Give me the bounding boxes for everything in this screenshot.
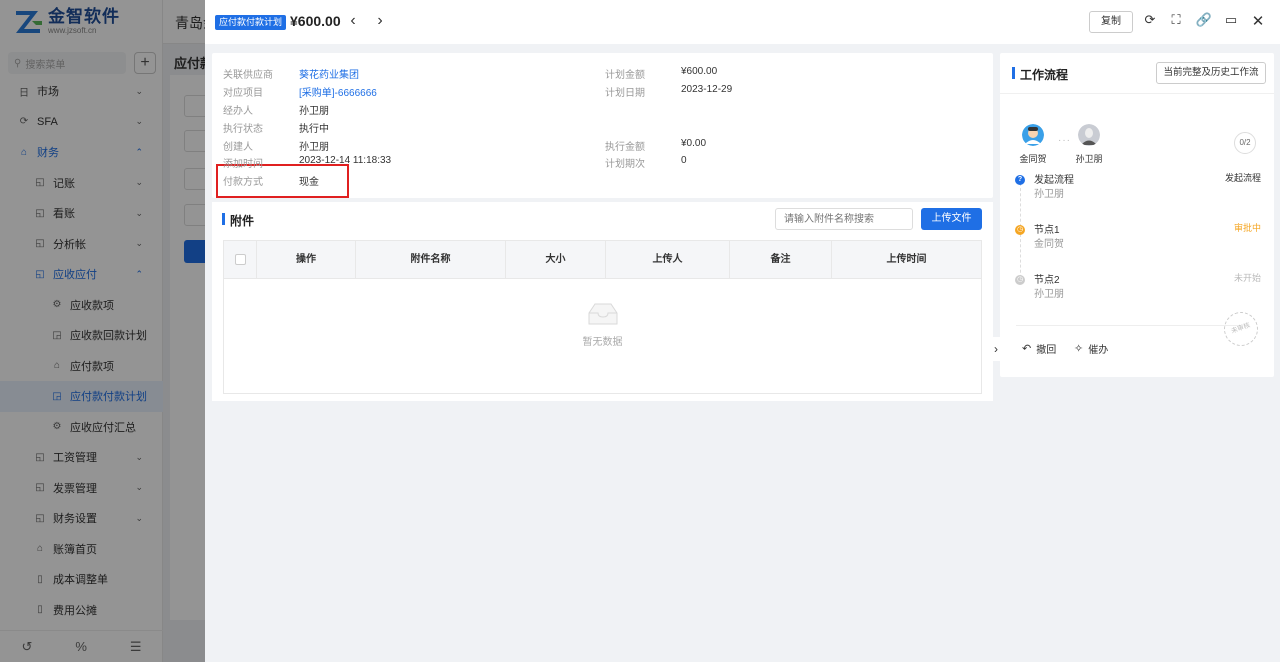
attachment-card: 附件 上传文件 操作 附件名称 大小 上传人 备注 上传时间 暂无数 bbox=[212, 198, 993, 401]
workflow-history-button[interactable]: 当前完整及历史工作流 bbox=[1156, 62, 1266, 84]
info-label: 对应项目 bbox=[223, 88, 263, 99]
remind-label: 催办 bbox=[1088, 345, 1109, 356]
attachment-title: 附件 bbox=[222, 212, 254, 229]
info-label: 创建人 bbox=[223, 142, 253, 153]
select-all-checkbox[interactable] bbox=[234, 254, 246, 265]
workflow-title: 工作流程 bbox=[1012, 66, 1068, 83]
info-value: 执行中 bbox=[299, 124, 329, 135]
withdraw-button[interactable]: ↶ 撤回 bbox=[1022, 341, 1056, 356]
column-header: 操作 bbox=[257, 240, 356, 279]
record-amount: ¥600.00 bbox=[290, 13, 341, 29]
info-label: 经办人 bbox=[223, 106, 253, 117]
previous-record-icon[interactable]: ‹ bbox=[346, 12, 360, 30]
info-value: ¥0.00 bbox=[681, 138, 707, 149]
empty-text: 暂无数据 bbox=[582, 337, 623, 348]
info-value: 2023-12-14 11:18:33 bbox=[299, 155, 392, 166]
info-row: 付款方式 现金 bbox=[223, 173, 319, 188]
copy-button[interactable]: 复制 bbox=[1089, 11, 1133, 33]
refresh-icon[interactable]: ⟳ bbox=[1141, 12, 1159, 30]
info-value: 孙卫朋 bbox=[299, 106, 329, 117]
workflow-panel: 工作流程 当前完整及历史工作流 金同贺 ··· 孙卫朋 0/2 ? 发起流程 孙… bbox=[1000, 53, 1274, 377]
remind-button[interactable]: ✧ 催办 bbox=[1074, 341, 1108, 356]
node-title: 节点1 bbox=[1034, 225, 1060, 236]
column-header: 备注 bbox=[730, 240, 832, 279]
empty-inbox-icon bbox=[583, 301, 623, 327]
info-link[interactable]: [采购单]-6666666 bbox=[299, 84, 377, 99]
info-row: 对应项目 [采购单]-6666666 bbox=[223, 84, 377, 99]
info-value: ¥600.00 bbox=[681, 66, 718, 77]
node-waiting-dot: ◷ bbox=[1015, 275, 1025, 285]
info-row: 关联供应商 葵花药业集团 bbox=[223, 66, 359, 81]
node-person: 孙卫朋 bbox=[1034, 189, 1064, 200]
info-label: 计划金额 bbox=[605, 70, 645, 81]
table-header: 操作 附件名称 大小 上传人 备注 上传时间 bbox=[224, 240, 981, 279]
info-value: 0 bbox=[681, 155, 687, 166]
info-row: 添加时间 2023-12-14 11:18:33 bbox=[223, 155, 391, 170]
node-status: 未开始 bbox=[1233, 273, 1261, 283]
fullscreen-icon[interactable]: ⛶ bbox=[1167, 12, 1185, 30]
node-person: 金同贺 bbox=[1034, 239, 1064, 250]
withdraw-label: 撤回 bbox=[1036, 345, 1057, 356]
info-label: 计划日期 bbox=[605, 88, 645, 99]
info-value: 孙卫朋 bbox=[299, 142, 329, 153]
node-title: 节点2 bbox=[1034, 275, 1060, 286]
next-record-icon[interactable]: › bbox=[373, 12, 387, 30]
stamp-badge: 未审核 bbox=[1219, 307, 1263, 351]
info-row: 计划期次 0 bbox=[605, 155, 687, 170]
info-label: 执行状态 bbox=[223, 124, 263, 135]
info-row: 计划日期 2023-12-29 bbox=[605, 84, 732, 99]
info-label: 计划期次 bbox=[605, 159, 645, 170]
workflow-progress: 0/2 bbox=[1234, 132, 1256, 154]
info-label: 付款方式 bbox=[223, 177, 263, 188]
empty-state: 暂无数据 bbox=[224, 301, 981, 348]
info-value: 现金 bbox=[299, 177, 319, 188]
column-header: 上传时间 bbox=[886, 253, 927, 265]
column-header: 大小 bbox=[506, 240, 606, 279]
participant-name: 金同贺 bbox=[1019, 154, 1047, 164]
info-label: 关联供应商 bbox=[223, 70, 273, 81]
monitor-icon[interactable]: ▭ bbox=[1222, 12, 1240, 30]
attachment-table: 操作 附件名称 大小 上传人 备注 上传时间 暂无数据 bbox=[223, 240, 982, 394]
info-row: 创建人 孙卫朋 bbox=[223, 138, 329, 153]
node-title: 发起流程 bbox=[1034, 175, 1074, 186]
avatar bbox=[1022, 124, 1044, 146]
node-status: 审批中 bbox=[1233, 223, 1261, 233]
node-start-dot: ? bbox=[1015, 175, 1025, 185]
undo-icon: ↶ bbox=[1022, 343, 1032, 355]
info-row: 执行金额 ¥0.00 bbox=[605, 138, 706, 153]
close-icon[interactable]: ✕ bbox=[1249, 12, 1267, 30]
attachment-search-input[interactable] bbox=[775, 208, 913, 230]
select-all-cell bbox=[224, 240, 257, 279]
column-header: 上传人 bbox=[606, 240, 730, 279]
info-row: 经办人 孙卫朋 bbox=[223, 102, 329, 117]
record-type-tag: 应付款付款计划 bbox=[215, 15, 287, 30]
info-label: 执行金额 bbox=[605, 142, 645, 153]
info-row: 执行状态 执行中 bbox=[223, 120, 329, 135]
divider bbox=[1016, 325, 1241, 326]
info-card: 关联供应商 葵花药业集团 对应项目 [采购单]-6666666 经办人 孙卫朋 执行状态 执行… bbox=[212, 53, 993, 198]
participant-name: 孙卫朋 bbox=[1075, 154, 1103, 164]
upload-file-button[interactable]: 上传文件 bbox=[921, 208, 982, 230]
drawer-header: 应付款付款计划 ¥600.00 ‹ › 复制 ⟳ ⛶ 🔗 ▭ ✕ bbox=[205, 0, 1280, 44]
divider bbox=[1000, 93, 1274, 94]
info-value: 2023-12-29 bbox=[681, 84, 733, 95]
link-icon[interactable]: 🔗 bbox=[1195, 12, 1213, 30]
info-link[interactable]: 葵花药业集团 bbox=[299, 66, 359, 81]
avatar bbox=[1078, 124, 1100, 146]
pin-icon: ✧ bbox=[1074, 343, 1084, 355]
info-label: 添加时间 bbox=[223, 159, 263, 170]
node-status: 发起流程 bbox=[1224, 173, 1261, 183]
participant-separator: ··· bbox=[1058, 135, 1071, 146]
node-person: 孙卫朋 bbox=[1034, 289, 1064, 300]
node-pending-dot: ◷ bbox=[1015, 225, 1025, 235]
column-header: 附件名称 bbox=[356, 240, 506, 279]
info-row: 计划金额 ¥600.00 bbox=[605, 66, 717, 81]
detail-drawer: 应付款付款计划 ¥600.00 ‹ › 复制 ⟳ ⛶ 🔗 ▭ ✕ 关联供应商 葵花… bbox=[205, 0, 1280, 662]
